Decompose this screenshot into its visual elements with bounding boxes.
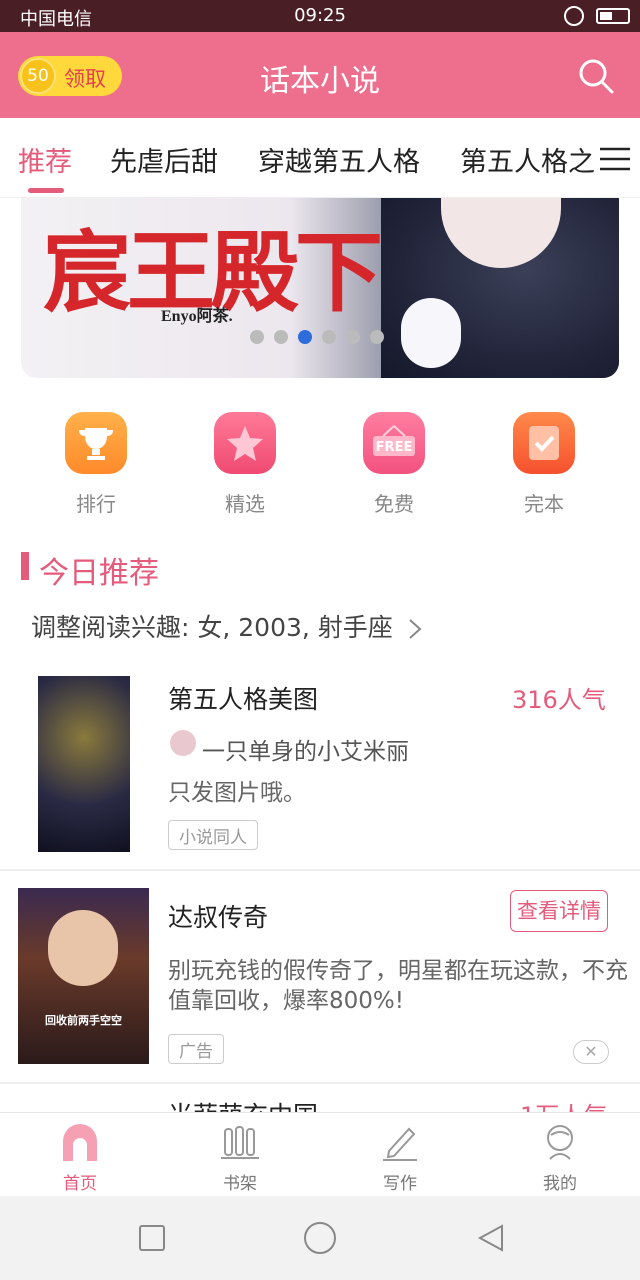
book-title: 当菲萌玄中国 bbox=[168, 1100, 318, 1112]
svg-text:FREE: FREE bbox=[376, 440, 413, 455]
reading-interest-text: 调整阅读兴趣: 女, 2003, 射手座 bbox=[31, 613, 393, 642]
quick-menu: 排行 精选 FREE 免费 完本 bbox=[0, 412, 640, 522]
list-item-partial[interactable]: 当菲萌玄中国 1万人气 bbox=[168, 1100, 628, 1112]
tab-sweet-after-angst[interactable]: 先虐后甜 bbox=[110, 140, 218, 179]
nav-profile-label: 我的 bbox=[543, 1174, 577, 1194]
app-title: 话本小说 bbox=[260, 64, 380, 99]
app-header: 50 领取 话本小说 bbox=[0, 32, 640, 118]
quick-free[interactable]: FREE 免费 bbox=[344, 412, 444, 517]
rotation-lock-icon bbox=[564, 6, 584, 26]
battery-icon bbox=[596, 8, 630, 24]
banner-dot[interactable] bbox=[250, 330, 264, 344]
search-icon[interactable] bbox=[576, 56, 616, 96]
banner-rabbit-art bbox=[401, 298, 461, 368]
pen-icon bbox=[383, 1127, 417, 1161]
ad-item[interactable]: 回收前两手空空 达叔传奇 查看详情 别玩充钱的假传奇了，明星都在玩这款，不充值靠… bbox=[0, 888, 640, 1078]
nav-home[interactable]: 首页 bbox=[0, 1113, 160, 1197]
free-sign-icon: FREE bbox=[363, 412, 425, 474]
banner-dot[interactable] bbox=[274, 330, 288, 344]
nav-bookshelf-label: 书架 bbox=[223, 1174, 257, 1194]
tab-menu-icon[interactable] bbox=[600, 146, 630, 172]
close-ad-button[interactable]: ✕ bbox=[573, 1040, 609, 1064]
home-button-icon[interactable] bbox=[302, 1220, 338, 1256]
reading-interest-link[interactable]: 调整阅读兴趣: 女, 2003, 射手座 bbox=[31, 608, 423, 644]
tab-identity-v-partial[interactable]: 第五人格之 bbox=[460, 140, 595, 179]
status-bar: 中国电信 09:25 bbox=[0, 0, 640, 32]
system-nav-bar bbox=[0, 1196, 640, 1280]
active-tab-indicator bbox=[28, 188, 64, 193]
tab-identity-v-transmigration[interactable]: 穿越第五人格 bbox=[258, 140, 420, 179]
ad-cover-image: 回收前两手空空 bbox=[18, 888, 149, 1064]
view-details-button[interactable]: 查看详情 bbox=[510, 890, 608, 932]
nav-home-label: 首页 bbox=[63, 1174, 97, 1194]
avatar bbox=[170, 730, 196, 756]
promo-banner[interactable]: 宸王殿下 Enyo阿茶. bbox=[21, 198, 619, 378]
section-title: 今日推荐 bbox=[39, 556, 159, 591]
back-icon[interactable] bbox=[474, 1222, 506, 1254]
banner-dot[interactable] bbox=[370, 330, 384, 344]
banner-dot[interactable] bbox=[298, 330, 312, 344]
quick-completed-label: 完本 bbox=[524, 492, 564, 516]
banner-dot[interactable] bbox=[322, 330, 336, 344]
profile-icon bbox=[547, 1125, 573, 1160]
bottom-nav: 首页 书架 写作 我的 bbox=[0, 1112, 640, 1196]
clock: 09:25 bbox=[294, 5, 346, 26]
ad-tag: 广告 bbox=[168, 1034, 224, 1064]
ad-description: 别玩充钱的假传奇了，明星都在玩这款，不充值靠回收，爆率800%! bbox=[168, 958, 628, 1014]
nav-bookshelf[interactable]: 书架 bbox=[160, 1113, 320, 1197]
book-cover-image bbox=[38, 676, 130, 852]
quick-featured-label: 精选 bbox=[225, 492, 265, 516]
bookshelf-icon bbox=[221, 1126, 259, 1159]
quick-free-label: 免费 bbox=[374, 492, 414, 516]
section-accent-bar bbox=[21, 552, 29, 580]
tab-recommend[interactable]: 推荐 bbox=[18, 140, 72, 179]
ad-cover-face bbox=[48, 910, 118, 986]
divider bbox=[0, 869, 640, 871]
quick-featured[interactable]: 精选 bbox=[195, 412, 295, 517]
author-name: 一只单身的小艾米丽 bbox=[202, 739, 409, 765]
ad-cover-caption: 回收前两手空空 bbox=[45, 1014, 122, 1027]
quick-completed[interactable]: 完本 bbox=[494, 412, 594, 517]
category-tabs: 推荐 先虐后甜 穿越第五人格 第五人格之 bbox=[0, 118, 640, 198]
quick-rank-label: 排行 bbox=[76, 492, 116, 516]
list-item[interactable]: 第五人格美图 316人气 一只单身的小艾米丽 只发图片哦。 小说同人 bbox=[0, 676, 640, 870]
star-icon bbox=[214, 412, 276, 474]
chevron-right-icon bbox=[409, 619, 422, 639]
nav-write[interactable]: 写作 bbox=[320, 1113, 480, 1197]
popularity-count: 316人气 bbox=[512, 686, 606, 714]
book-title: 第五人格美图 bbox=[168, 685, 319, 714]
genre-tag: 小说同人 bbox=[168, 820, 258, 850]
quick-rank[interactable]: 排行 bbox=[46, 412, 146, 517]
check-note-icon bbox=[513, 412, 575, 474]
banner-author: Enyo阿茶. bbox=[161, 308, 233, 325]
popularity-count: 1万人气 bbox=[520, 1100, 607, 1112]
nav-profile[interactable]: 我的 bbox=[480, 1113, 640, 1197]
book-description: 只发图片哦。 bbox=[168, 780, 306, 806]
home-icon bbox=[63, 1124, 97, 1161]
divider bbox=[0, 1082, 640, 1084]
recent-apps-icon[interactable] bbox=[136, 1222, 168, 1254]
trophy-icon bbox=[65, 412, 127, 474]
banner-dot[interactable] bbox=[346, 330, 360, 344]
nav-write-label: 写作 bbox=[383, 1174, 417, 1194]
ad-title: 达叔传奇 bbox=[168, 903, 269, 932]
